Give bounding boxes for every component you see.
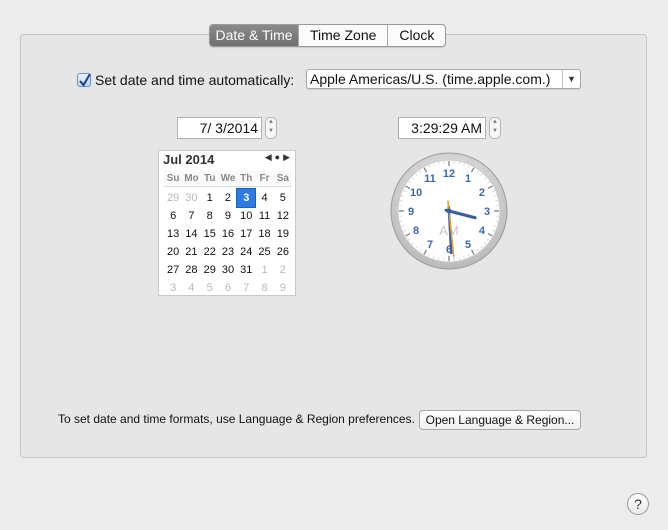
tab-bar: Date & Time Time Zone Clock	[209, 24, 447, 47]
calendar-day[interactable]: 30	[219, 261, 237, 279]
calendar-day[interactable]: 9	[219, 207, 237, 225]
calendar-month-title: Jul 2014	[163, 152, 215, 167]
time-server-value: Apple Americas/U.S. (time.apple.com.)	[310, 71, 551, 87]
analog-clock: 121234567891011 AM	[390, 152, 508, 270]
prev-month-icon[interactable]: ◀	[265, 152, 275, 162]
calendar-day[interactable]: 29	[201, 261, 219, 279]
calendar-day[interactable]: 30	[182, 189, 200, 207]
calendar-day[interactable]: 3	[164, 279, 182, 297]
calendar-nav: ◀●▶	[265, 152, 293, 163]
time-field[interactable]: 3:29:29 AM	[398, 117, 486, 139]
weekday-label: Tu	[203, 173, 216, 184]
clock-center	[446, 208, 452, 214]
calendar-grid: Su Mo Tu We Th Fr Sa 29 30 1 2 3 4 5 6 7 8 9 10 11 12 13 14 15 1…	[164, 171, 292, 297]
calendar-day[interactable]: 22	[201, 243, 219, 261]
calendar-day[interactable]: 6	[164, 207, 182, 225]
format-hint-text: To set date and time formats, use Langua…	[58, 412, 415, 426]
calendar-day[interactable]: 2	[274, 261, 292, 279]
calendar-day[interactable]: 8	[201, 207, 219, 225]
calendar-day[interactable]: 1	[201, 189, 219, 207]
calendar-day[interactable]: 4	[182, 279, 200, 297]
calendar-day[interactable]: 24	[237, 243, 255, 261]
calendar-day[interactable]: 15	[201, 225, 219, 243]
preferences-panel	[20, 34, 647, 458]
calendar-day[interactable]: 18	[255, 225, 273, 243]
calendar-week-row: 13 14 15 16 17 18 19	[164, 225, 292, 243]
clock-number: 4	[479, 225, 486, 237]
weekday-label: Mo	[184, 173, 199, 184]
calendar-day[interactable]: 7	[237, 279, 255, 297]
calendar-day[interactable]: 12	[274, 207, 292, 225]
calendar-week-row: 29 30 1 2 3 4 5	[164, 188, 292, 208]
date-stepper[interactable]: ▲ ▼	[265, 117, 277, 139]
calendar-day[interactable]: 14	[182, 225, 200, 243]
clock-number: 11	[424, 173, 436, 185]
calendar-day[interactable]: 21	[182, 243, 200, 261]
clock-number: 1	[465, 173, 471, 185]
clock-number: 7	[427, 239, 433, 251]
next-month-icon[interactable]: ▶	[283, 152, 293, 162]
calendar-day[interactable]: 13	[164, 225, 182, 243]
clock-number: 8	[413, 225, 419, 237]
calendar-day[interactable]: 8	[255, 279, 273, 297]
weekday-label: Su	[166, 173, 180, 184]
clock-number: 9	[408, 206, 414, 218]
chevron-down-icon[interactable]: ▼	[562, 70, 580, 88]
calendar-weekday-header: Su Mo Tu We Th Fr Sa	[164, 171, 292, 187]
calendar-day[interactable]: 11	[255, 207, 273, 225]
calendar-day[interactable]: 5	[201, 279, 219, 297]
tab-time-zone[interactable]: Time Zone	[298, 25, 387, 46]
weekday-label: Sa	[276, 173, 289, 184]
weekday-label: Fr	[259, 173, 270, 184]
calendar-day[interactable]: 5	[274, 189, 292, 207]
auto-time-row: Set date and time automatically:	[77, 70, 294, 90]
calendar: Jul 2014 ◀●▶ Su Mo Tu We Th Fr Sa 29 30 1 2 3 4 5 6 7 8 9…	[158, 150, 296, 296]
checkmark-icon	[79, 73, 91, 87]
calendar-day[interactable]: 7	[182, 207, 200, 225]
clock-number: 10	[410, 187, 422, 199]
calendar-day[interactable]: 28	[182, 261, 200, 279]
tab-clock[interactable]: Clock	[387, 25, 445, 46]
calendar-day[interactable]: 16	[219, 225, 237, 243]
calendar-week-row: 3456789	[164, 279, 292, 297]
calendar-week-row: 27 28 29 30 31 1 2	[164, 261, 292, 279]
clock-number: 5	[465, 239, 471, 251]
calendar-day[interactable]: 4	[255, 189, 273, 207]
calendar-day[interactable]: 10	[237, 207, 255, 225]
calendar-day[interactable]: 31	[237, 261, 255, 279]
auto-time-label: Set date and time automatically:	[95, 72, 295, 88]
weekday-label: We	[220, 173, 236, 184]
calendar-day[interactable]: 9	[274, 279, 292, 297]
calendar-day[interactable]: 26	[274, 243, 292, 261]
calendar-day[interactable]: 19	[274, 225, 292, 243]
open-language-region-button[interactable]: Open Language & Region...	[419, 410, 581, 430]
clock-number: 3	[484, 206, 490, 218]
calendar-day[interactable]: 2	[219, 189, 237, 207]
tab-date-time[interactable]: Date & Time	[210, 25, 298, 46]
date-field[interactable]: 7/ 3/2014	[177, 117, 262, 139]
calendar-week-row: 6 7 8 9 10 11 12	[164, 207, 292, 225]
calendar-day[interactable]: 23	[219, 243, 237, 261]
today-dot-icon[interactable]: ●	[275, 152, 283, 162]
calendar-day[interactable]: 6	[219, 279, 237, 297]
calendar-day-selected[interactable]: 3	[236, 188, 257, 208]
calendar-day[interactable]: 1	[255, 261, 273, 279]
time-stepper[interactable]: ▲ ▼	[489, 117, 501, 139]
calendar-day[interactable]: 20	[164, 243, 182, 261]
calendar-day[interactable]: 27	[164, 261, 182, 279]
help-icon[interactable]: ?	[627, 493, 649, 515]
calendar-day[interactable]: 17	[237, 225, 255, 243]
auto-time-checkbox[interactable]	[77, 73, 91, 87]
time-server-select[interactable]: Apple Americas/U.S. (time.apple.com.) ▼	[306, 69, 581, 89]
clock-number: 12	[443, 168, 455, 180]
calendar-week-row: 20 21 22 23 24 25 26	[164, 243, 292, 261]
calendar-day[interactable]: 29	[164, 189, 182, 207]
weekday-label: Th	[240, 173, 253, 184]
clock-number: 2	[479, 187, 485, 199]
calendar-day[interactable]: 25	[255, 243, 273, 261]
